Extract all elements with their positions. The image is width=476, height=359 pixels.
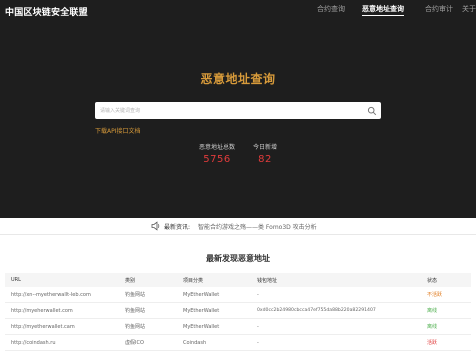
row-url: http://myetherwallet.cam bbox=[5, 318, 119, 335]
row-url: http://myeherwallet.com bbox=[5, 302, 119, 319]
search-input[interactable] bbox=[98, 102, 362, 119]
row-status: 不活跃 bbox=[421, 287, 471, 303]
stat-total: 恶意地址总数 5756 bbox=[196, 142, 238, 165]
table-row: http://xn--myetherwallt-leb.com 钓鱼网站 MyE… bbox=[5, 287, 471, 303]
row-wallet: - bbox=[251, 318, 421, 335]
row-category: 虚假ICO bbox=[119, 334, 177, 351]
row-category: 钓鱼网站 bbox=[119, 302, 177, 319]
hero-section: 中国区块链安全联盟 合约查询 恶意地址查询 合约审计 关于 恶意地址查询 下载A… bbox=[0, 0, 476, 218]
nav-about[interactable]: 关于 bbox=[462, 4, 476, 14]
news-label: 最新资讯: bbox=[164, 224, 191, 231]
row-wallet: 0xd0cc2b24980cbcca47ef755da88b220a822914… bbox=[251, 302, 421, 319]
news-headline-link[interactable]: 智能合约游戏之殇——类 Fomo3D 攻击分析 bbox=[198, 222, 317, 231]
col-status: 状态 bbox=[421, 273, 471, 287]
col-category: 类别 bbox=[119, 273, 177, 287]
table-row: http://myetherwallet.cam 钓鱼网站 MyEtherWal… bbox=[5, 318, 471, 335]
nav-malicious-address-query[interactable]: 恶意地址查询 bbox=[362, 4, 404, 16]
stat-today-label: 今日新增 bbox=[252, 144, 277, 151]
search-box bbox=[95, 102, 381, 119]
table-section-title: 最新发现恶意地址 bbox=[206, 254, 270, 263]
table-header-row: URL 类别 项目分类 钱包地址 状态 bbox=[5, 273, 471, 287]
table-row: http://coindash.ru 虚假ICO Coindash - 活跃 bbox=[5, 334, 471, 351]
api-doc-download-link[interactable]: 下载API接口文档 bbox=[95, 126, 141, 135]
nav-contract-audit[interactable]: 合约审计 bbox=[425, 4, 453, 14]
row-wallet: - bbox=[251, 287, 421, 303]
col-url: URL bbox=[5, 273, 119, 287]
row-category: 钓鱼网站 bbox=[119, 287, 177, 303]
row-wallet: - bbox=[251, 334, 421, 351]
brand-logo-text[interactable]: 中国区块链安全联盟 bbox=[5, 5, 88, 18]
news-bar: 最新资讯: 智能合约游戏之殇——类 Fomo3D 攻击分析 bbox=[0, 218, 476, 235]
stat-today: 今日新增 82 bbox=[248, 142, 282, 165]
stat-today-value: 82 bbox=[258, 154, 272, 165]
nav-contract-query[interactable]: 合约查询 bbox=[317, 4, 345, 14]
row-status: 活跃 bbox=[421, 334, 471, 351]
stat-total-label: 恶意地址总数 bbox=[198, 144, 235, 151]
row-url: http://coindash.ru bbox=[5, 334, 119, 351]
top-nav: 合约查询 恶意地址查询 合约审计 关于 bbox=[316, 4, 476, 18]
col-project: 项目分类 bbox=[177, 273, 251, 287]
speaker-icon bbox=[151, 221, 160, 231]
url-link[interactable]: http://coindash.ru bbox=[11, 340, 56, 346]
row-project: Coindash bbox=[177, 334, 251, 351]
row-url: http://xn--myetherwallt-leb.com bbox=[5, 287, 119, 303]
row-status: 离线 bbox=[421, 302, 471, 319]
page-title: 恶意地址查询 bbox=[200, 72, 276, 86]
search-icon[interactable] bbox=[367, 106, 377, 116]
table-row: http://myeherwallet.com 钓鱼网站 MyEtherWall… bbox=[5, 302, 471, 319]
malicious-address-table: URL 类别 项目分类 钱包地址 状态 http://xn--myetherwa… bbox=[5, 273, 471, 351]
row-project: MyEtherWallet bbox=[177, 287, 251, 303]
url-link[interactable]: http://myeherwallet.com bbox=[11, 308, 73, 314]
row-category: 钓鱼网站 bbox=[119, 318, 177, 335]
stat-total-value: 5756 bbox=[203, 154, 231, 165]
row-project: MyEtherWallet bbox=[177, 318, 251, 335]
url-link[interactable]: http://xn--myetherwallt-leb.com bbox=[11, 292, 91, 298]
row-status: 离线 bbox=[421, 318, 471, 335]
row-project: MyEtherWallet bbox=[177, 302, 251, 319]
url-link[interactable]: http://myetherwallet.cam bbox=[11, 324, 75, 330]
col-wallet: 钱包地址 bbox=[251, 273, 421, 287]
